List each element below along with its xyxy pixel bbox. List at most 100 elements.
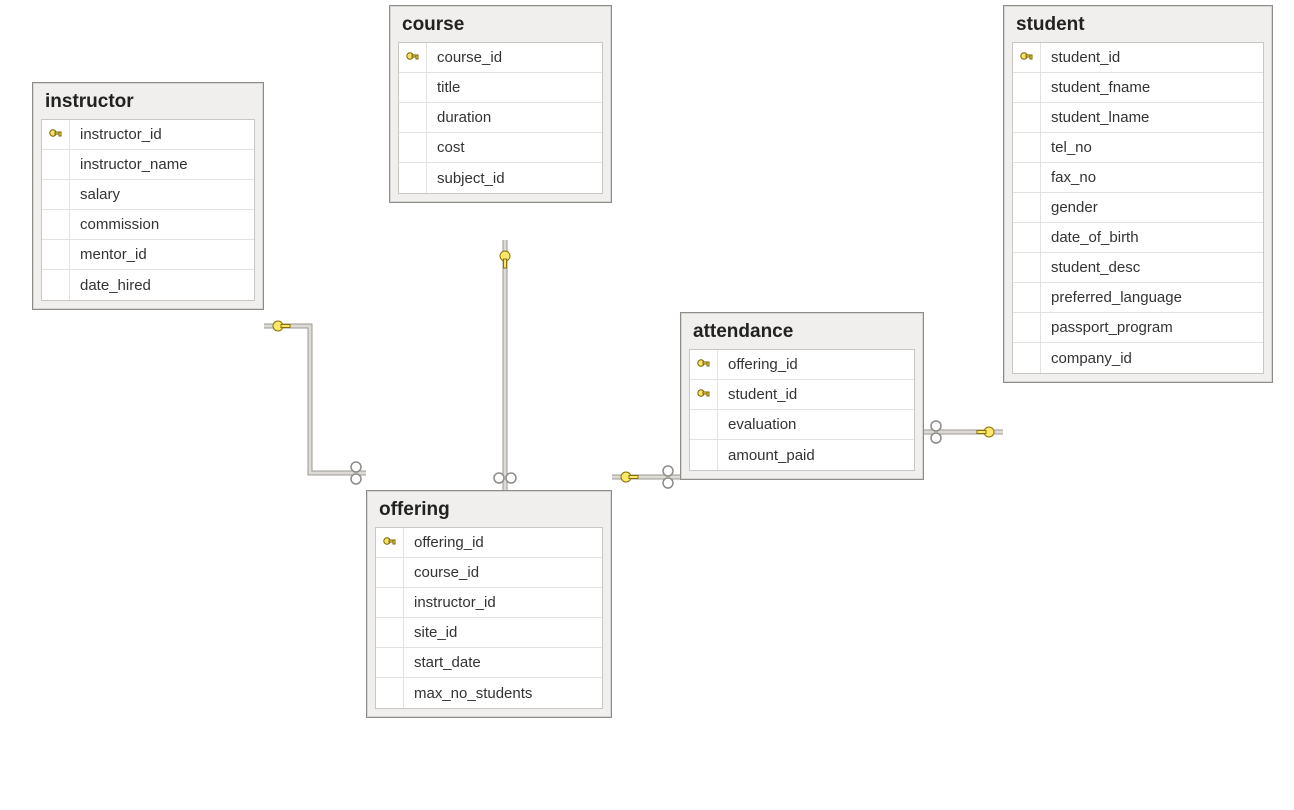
column-row[interactable]: max_no_students <box>376 678 602 708</box>
column-name: start_date <box>404 654 481 671</box>
column-row[interactable]: evaluation <box>690 410 914 440</box>
column-row[interactable]: mentor_id <box>42 240 254 270</box>
entity-body-student: student_id student_fname student_lname tel_… <box>1012 42 1264 374</box>
entity-student[interactable]: student student_id student_fname student_l… <box>1003 5 1273 383</box>
column-row[interactable]: student_id <box>690 380 914 410</box>
column-row[interactable]: student_fname <box>1013 73 1263 103</box>
column-name: duration <box>427 109 491 126</box>
entity-title: student <box>1004 6 1272 42</box>
pk-cell <box>42 120 70 149</box>
column-row[interactable]: passport_program <box>1013 313 1263 343</box>
column-name: student_id <box>1041 49 1120 66</box>
column-name: offering_id <box>404 534 484 551</box>
column-row[interactable]: site_id <box>376 618 602 648</box>
column-name: instructor_id <box>70 126 162 143</box>
empty-key-cell <box>690 410 718 439</box>
empty-key-cell <box>690 440 718 470</box>
empty-key-cell <box>1013 73 1041 102</box>
column-row[interactable]: tel_no <box>1013 133 1263 163</box>
entity-body-instructor: instructor_id instructor_namesalary commis… <box>41 119 255 301</box>
empty-key-cell <box>1013 223 1041 252</box>
column-name: date_of_birth <box>1041 229 1139 246</box>
column-row[interactable]: preferred_language <box>1013 283 1263 313</box>
empty-key-cell <box>376 678 404 708</box>
column-name: passport_program <box>1041 319 1173 336</box>
column-row[interactable]: date_of_birth <box>1013 223 1263 253</box>
column-name: title <box>427 79 460 96</box>
column-name: course_id <box>404 564 479 581</box>
column-row[interactable]: course_id <box>376 558 602 588</box>
column-name: student_desc <box>1041 259 1140 276</box>
column-name: mentor_id <box>70 246 147 263</box>
column-row[interactable]: duration <box>399 103 602 133</box>
column-name: student_lname <box>1041 109 1149 126</box>
entity-course[interactable]: course course_idtitledurationcostsubject… <box>389 5 612 203</box>
column-row[interactable]: company_id <box>1013 343 1263 373</box>
empty-key-cell <box>376 558 404 587</box>
column-row[interactable]: student_desc <box>1013 253 1263 283</box>
column-row[interactable]: subject_id <box>399 163 602 193</box>
pk-cell <box>690 380 718 409</box>
pk-cell <box>399 43 427 72</box>
empty-key-cell <box>1013 193 1041 222</box>
column-row[interactable]: commission <box>42 210 254 240</box>
entity-offering[interactable]: offering offering_id course_id instructor_… <box>366 490 612 718</box>
column-row[interactable]: date_hired <box>42 270 254 300</box>
column-row[interactable]: offering_id <box>690 350 914 380</box>
column-row[interactable]: student_id <box>1013 43 1263 73</box>
column-row[interactable]: salary <box>42 180 254 210</box>
empty-key-cell <box>42 150 70 179</box>
empty-key-cell <box>1013 103 1041 132</box>
column-name: fax_no <box>1041 169 1096 186</box>
entity-title: offering <box>367 491 611 527</box>
primary-key-icon <box>405 50 421 66</box>
column-name: date_hired <box>70 277 151 294</box>
column-row[interactable]: course_id <box>399 43 602 73</box>
entity-body-offering: offering_id course_id instructor_id site_id… <box>375 527 603 709</box>
column-name: commission <box>70 216 159 233</box>
empty-key-cell <box>399 73 427 102</box>
column-row[interactable]: fax_no <box>1013 163 1263 193</box>
column-name: amount_paid <box>718 447 815 464</box>
empty-key-cell <box>42 180 70 209</box>
column-name: company_id <box>1041 350 1132 367</box>
column-row[interactable]: offering_id <box>376 528 602 558</box>
primary-key-icon <box>48 127 64 143</box>
empty-key-cell <box>376 648 404 677</box>
column-row[interactable]: student_lname <box>1013 103 1263 133</box>
primary-key-icon <box>696 357 712 373</box>
empty-key-cell <box>1013 133 1041 162</box>
empty-key-cell <box>1013 283 1041 312</box>
empty-key-cell <box>1013 343 1041 373</box>
column-row[interactable]: instructor_id <box>42 120 254 150</box>
entity-instructor[interactable]: instructor instructor_id instructor_names… <box>32 82 264 310</box>
column-row[interactable]: start_date <box>376 648 602 678</box>
column-name: student_fname <box>1041 79 1150 96</box>
primary-key-icon <box>1019 50 1035 66</box>
column-name: subject_id <box>427 170 505 187</box>
empty-key-cell <box>1013 163 1041 192</box>
column-row[interactable]: instructor_name <box>42 150 254 180</box>
column-name: instructor_id <box>404 594 496 611</box>
empty-key-cell <box>1013 253 1041 282</box>
pk-cell <box>1013 43 1041 72</box>
empty-key-cell <box>1013 313 1041 342</box>
column-name: salary <box>70 186 120 203</box>
column-row[interactable]: amount_paid <box>690 440 914 470</box>
entity-body-attendance: offering_idstudent_idevaluation amount_pa… <box>689 349 915 471</box>
er-diagram-canvas: instructor instructor_idinstructor_names… <box>0 0 1294 810</box>
entity-attendance[interactable]: attendance offering_idstudent_idevaluati… <box>680 312 924 480</box>
column-name: preferred_language <box>1041 289 1182 306</box>
column-row[interactable]: gender <box>1013 193 1263 223</box>
column-name: instructor_name <box>70 156 188 173</box>
column-row[interactable]: cost <box>399 133 602 163</box>
column-name: cost <box>427 139 465 156</box>
empty-key-cell <box>42 210 70 239</box>
empty-key-cell <box>376 588 404 617</box>
column-row[interactable]: instructor_id <box>376 588 602 618</box>
primary-key-icon <box>382 535 398 551</box>
pk-cell <box>690 350 718 379</box>
pk-cell <box>376 528 404 557</box>
entity-title: instructor <box>33 83 263 119</box>
column-row[interactable]: title <box>399 73 602 103</box>
